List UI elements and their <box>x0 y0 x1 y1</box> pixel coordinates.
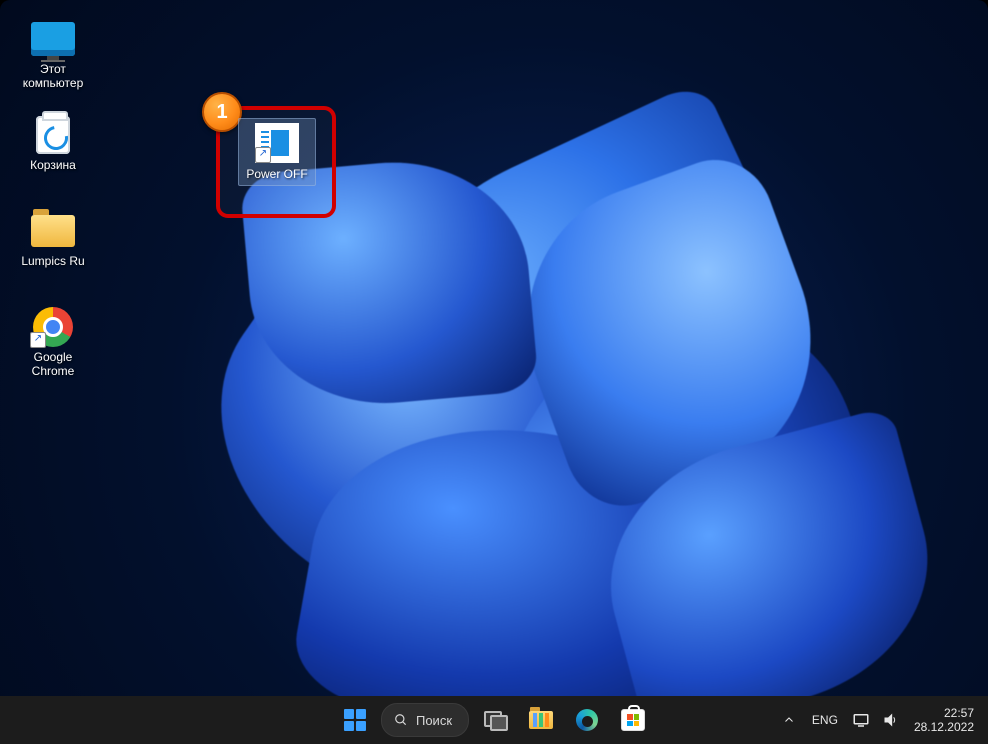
desktop-icon-label: Этот компьютер <box>23 62 84 90</box>
tray-language[interactable]: ENG <box>808 713 842 727</box>
file-explorer-icon <box>529 711 553 729</box>
volume-icon <box>882 712 900 728</box>
windows-logo-icon <box>344 709 366 731</box>
desktop-icon-this-pc[interactable]: Этот компьютер <box>14 14 92 106</box>
desktop[interactable]: Этот компьютер Корзина Lumpics Ru ↗ Goog… <box>0 0 988 744</box>
taskbar-app-explorer[interactable] <box>521 700 561 740</box>
desktop-icon-label: Корзина <box>30 158 76 172</box>
desktop-icon-recycle-bin[interactable]: Корзина <box>14 110 92 202</box>
task-view-button[interactable] <box>475 700 515 740</box>
task-view-icon <box>484 711 506 729</box>
folder-icon <box>30 210 76 252</box>
tray-volume[interactable] <box>880 700 902 740</box>
microsoft-store-icon <box>621 709 645 731</box>
taskbar: Поиск ENG <box>0 696 988 744</box>
desktop-icon-label: Power OFF <box>246 167 307 181</box>
start-button[interactable] <box>335 700 375 740</box>
desktop-icon-label: Lumpics Ru <box>21 254 84 268</box>
desktop-icon-label: Google Chrome <box>32 350 75 378</box>
shortcut-generic-icon: ↗ <box>255 123 299 163</box>
desktop-icon-folder-lumpics[interactable]: Lumpics Ru <box>14 206 92 298</box>
edge-icon <box>576 709 598 731</box>
taskbar-app-edge[interactable] <box>567 700 607 740</box>
desktop-icon-chrome[interactable]: ↗ Google Chrome <box>14 302 92 394</box>
recycle-bin-icon <box>30 114 76 156</box>
chevron-up-icon <box>783 714 795 726</box>
tray-clock[interactable]: 22:57 28.12.2022 <box>910 706 978 734</box>
shortcut-arrow-icon: ↗ <box>255 147 271 163</box>
search-icon <box>394 713 408 727</box>
tray-overflow-button[interactable] <box>778 700 800 740</box>
tray-date: 28.12.2022 <box>914 720 974 734</box>
taskbar-search-label: Поиск <box>416 713 452 728</box>
taskbar-search[interactable]: Поиск <box>381 703 469 737</box>
chrome-icon: ↗ <box>30 306 76 348</box>
tray-network[interactable] <box>850 700 872 740</box>
shortcut-arrow-icon: ↗ <box>30 332 46 348</box>
annotation-highlight-box: 1 ↗ Power OFF <box>216 106 336 218</box>
annotation-callout-badge: 1 <box>202 92 242 132</box>
monitor-icon <box>30 18 76 60</box>
network-icon <box>852 713 870 727</box>
taskbar-app-store[interactable] <box>613 700 653 740</box>
desktop-icon-power-off[interactable]: ↗ Power OFF <box>238 118 316 186</box>
tray-time: 22:57 <box>914 706 974 720</box>
